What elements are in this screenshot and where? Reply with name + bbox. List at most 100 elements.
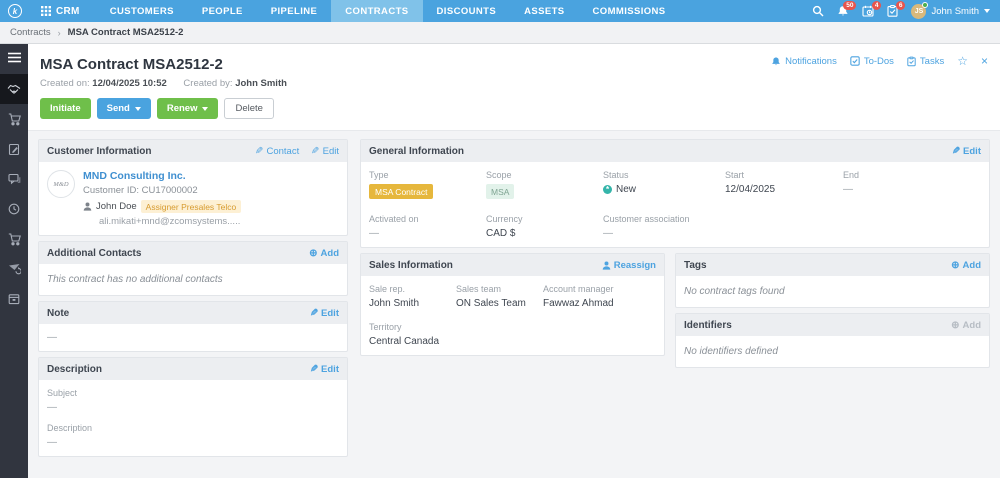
sidebar-item-send-renewal-icon[interactable] — [0, 254, 28, 284]
add-identifier-link[interactable]: ⊕ Add — [951, 320, 981, 331]
left-sidebar — [0, 44, 28, 478]
app-logo[interactable]: k — [0, 0, 31, 22]
type-field: Type MSA Contract — [369, 170, 486, 199]
type-badge: MSA Contract — [369, 184, 434, 199]
general-edit-link[interactable]: ✎ Edit — [952, 146, 981, 157]
user-menu[interactable]: JS John Smith — [911, 1, 990, 19]
initiate-button[interactable]: Initiate — [40, 98, 91, 119]
action-buttons: Initiate Send Renew Delete — [40, 98, 988, 119]
logo-icon: k — [8, 4, 22, 18]
customer-id: Customer ID: CU17000002 — [83, 185, 198, 196]
content-area: Customer Information ✎ Contact ✎ Edit M&D … — [28, 131, 1000, 478]
customer-logo: M&D — [47, 170, 75, 198]
search-icon[interactable] — [812, 5, 824, 17]
person-icon — [83, 202, 92, 211]
status-field: Status * New — [603, 170, 637, 195]
note-title: Note — [47, 307, 70, 319]
description-panel: Description ✎ Edit Subject — Description … — [38, 357, 348, 457]
no-additional-contacts-text: This contract has no additional contacts — [47, 274, 223, 285]
created-meta: Created on: 12/04/2025 10:52 Created by:… — [40, 78, 988, 89]
sales-information-title: Sales Information — [369, 259, 453, 271]
add-tag-link[interactable]: ⊕ Add — [951, 260, 981, 271]
activated-on-field: Activated on — — [369, 214, 419, 239]
notifications-bell-icon[interactable]: 50 — [837, 1, 857, 17]
breadcrumb-root[interactable]: Contracts — [10, 27, 51, 38]
general-information-panel: General Information ✎ Edit Type MSA Contr… — [360, 139, 990, 248]
reassign-link[interactable]: Reassign — [602, 260, 656, 271]
status-value: New — [616, 184, 637, 195]
description-field: Description — — [47, 423, 93, 448]
end-field: End — — [843, 170, 860, 195]
customer-association-field: Customer association — — [603, 214, 690, 239]
renew-button[interactable]: Renew — [156, 98, 219, 119]
general-information-title: General Information — [369, 145, 465, 157]
additional-contacts-panel: Additional Contacts ⊕ Add This contract h… — [38, 241, 348, 296]
notifications-link[interactable]: Notifications — [771, 56, 837, 67]
pencil-icon: ✎ — [309, 307, 319, 319]
tasks-badge: 6 — [895, 1, 906, 10]
customer-name-link[interactable]: MND Consulting Inc. — [83, 170, 241, 182]
close-icon[interactable]: × — [981, 55, 988, 67]
tasks-clipboard-icon[interactable]: 6 — [887, 1, 906, 17]
top-navigation-bar: k CRM CUSTOMERS PEOPLE PIPELINE CONTRACT… — [0, 0, 1000, 22]
created-by-value: John Smith — [235, 78, 287, 89]
plus-circle-icon: ⊕ — [951, 259, 960, 271]
sidebar-item-history-clock-icon[interactable] — [0, 194, 28, 224]
pencil-icon: ✎ — [309, 363, 319, 375]
breadcrumb: Contracts › MSA Contract MSA2512-2 — [0, 22, 1000, 44]
note-edit-link[interactable]: ✎ Edit — [310, 308, 339, 319]
customer-information-panel: Customer Information ✎ Contact ✎ Edit M&D … — [38, 139, 348, 236]
created-on-value: 12/04/2025 10:52 — [92, 78, 167, 89]
territory-field: Territory Central Canada — [369, 322, 440, 347]
no-identifiers-text: No identifiers defined — [684, 346, 778, 357]
subject-field: Subject — — [47, 388, 78, 413]
contact-link[interactable]: ✎ Contact — [255, 146, 299, 157]
pencil-icon: ✎ — [311, 145, 320, 157]
customer-edit-link[interactable]: ✎ Edit — [311, 146, 339, 157]
chevron-down-icon — [134, 106, 141, 111]
sidebar-item-cart-icon[interactable] — [0, 104, 28, 134]
plus-circle-icon: ⊕ — [309, 247, 318, 259]
sidebar-item-archive-calendar-icon[interactable] — [0, 284, 28, 314]
customer-information-title: Customer Information — [47, 145, 152, 157]
nav-item-commissions[interactable]: COMMISSIONS — [579, 0, 680, 22]
note-panel: Note ✎ Edit — — [38, 301, 348, 352]
nav-item-pipeline[interactable]: PIPELINE — [257, 0, 332, 22]
sidebar-item-orders-cart-icon[interactable] — [0, 224, 28, 254]
chevron-down-icon — [984, 9, 990, 13]
account-manager-field: Account manager Fawwaz Ahmad — [543, 284, 614, 309]
nav-item-discounts[interactable]: DISCOUNTS — [423, 0, 511, 22]
tags-panel: Tags ⊕ Add No contract tags found — [675, 253, 990, 308]
todos-link[interactable]: To-Dos — [850, 56, 894, 67]
tasks-link[interactable]: Tasks — [907, 56, 944, 67]
sidebar-item-chat-icon[interactable] — [0, 164, 28, 194]
calendar-badge: 4 — [871, 1, 882, 10]
sales-team-field: Sales team ON Sales Team — [456, 284, 526, 309]
start-field: Start 12/04/2025 — [725, 170, 776, 195]
nav-item-customers[interactable]: CUSTOMERS — [96, 0, 188, 22]
description-edit-link[interactable]: ✎ Edit — [310, 364, 339, 375]
sidebar-menu-toggle[interactable] — [0, 44, 28, 70]
nav-item-contracts[interactable]: CONTRACTS — [331, 0, 423, 22]
delete-button[interactable]: Delete — [224, 98, 274, 119]
favorite-star-icon[interactable]: ☆ — [957, 55, 968, 67]
add-contact-link[interactable]: ⊕ Add — [309, 248, 339, 259]
send-button[interactable]: Send — [96, 98, 151, 119]
calendar-icon[interactable]: 4 — [862, 1, 882, 17]
nav-item-assets[interactable]: ASSETS — [510, 0, 578, 22]
additional-contacts-title: Additional Contacts — [47, 247, 142, 259]
grid-icon — [41, 6, 51, 16]
sidebar-item-clipboard-edit-icon[interactable] — [0, 134, 28, 164]
app-switcher[interactable]: CRM — [31, 0, 96, 22]
notifications-badge: 50 — [843, 1, 857, 10]
status-new-icon: * — [603, 185, 612, 194]
user-name: John Smith — [931, 5, 979, 17]
sales-information-panel: Sales Information Reassign Sale rep. Joh… — [360, 253, 665, 356]
nav-item-people[interactable]: PEOPLE — [188, 0, 257, 22]
pencil-icon: ✎ — [951, 145, 961, 157]
sidebar-item-contracts-handshake-icon[interactable] — [0, 74, 28, 104]
breadcrumb-separator-icon: › — [57, 27, 61, 38]
bell-icon — [772, 57, 780, 65]
scope-field: Scope MSA — [486, 170, 603, 199]
identifiers-title: Identifiers — [684, 319, 732, 331]
